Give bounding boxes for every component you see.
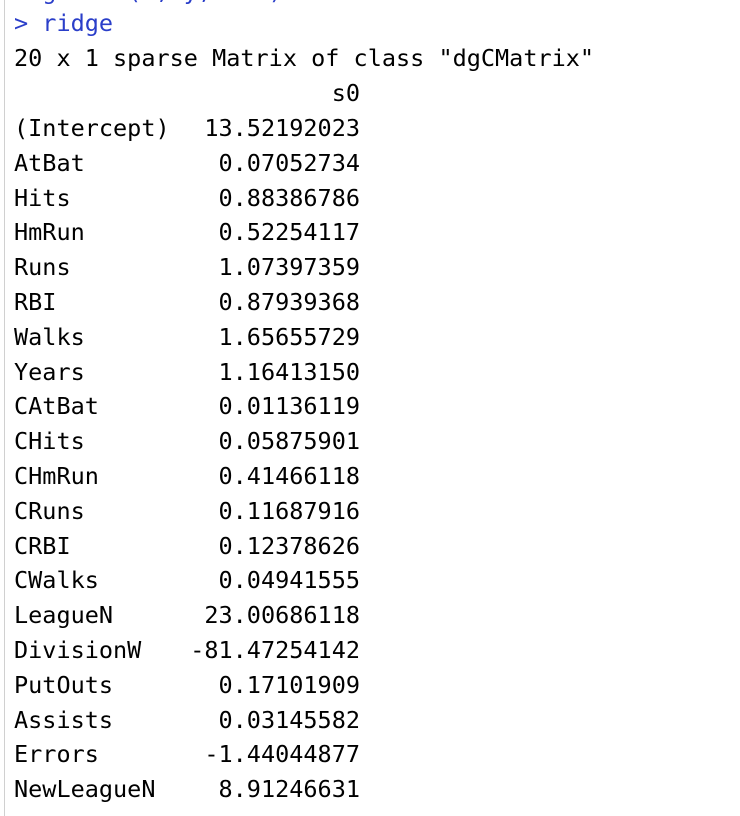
- row-name: CHmRun: [14, 462, 99, 490]
- row-value: 0.04941555: [218, 566, 360, 595]
- matrix-row: CRBI 0.12378626: [14, 529, 360, 563]
- row-value: 0.41466118: [218, 462, 360, 490]
- matrix-row: CWalks 0.04941555: [14, 563, 360, 597]
- row-name: CHits: [14, 427, 85, 456]
- matrix-column-header: s0: [331, 79, 360, 107]
- matrix-row: LeagueN 23.00686118: [14, 598, 360, 632]
- row-name: CAtBat: [14, 392, 99, 421]
- row-value: 0.03145582: [218, 705, 360, 734]
- matrix-row: AtBat 0.07052734: [14, 146, 360, 180]
- row-name: PutOuts: [14, 670, 114, 699]
- row-name: (Intercept): [14, 114, 170, 142]
- row-value: 0.07052734: [218, 148, 360, 177]
- matrix-row: (Intercept) 13.52192023: [14, 111, 360, 145]
- console-left-border: [4, 0, 5, 816]
- row-value: 0.17101909: [218, 670, 360, 699]
- command-prompt-line: > ridge: [14, 9, 114, 37]
- matrix-row: Runs 1.07397359: [14, 250, 360, 284]
- row-value: 0.05875901: [218, 427, 360, 456]
- row-value: 1.65655729: [218, 322, 360, 351]
- row-value: 23.00686118: [204, 601, 360, 630]
- matrix-row: CHmRun 0.41466118: [14, 459, 360, 493]
- matrix-row: RBI 0.87939368: [14, 285, 360, 319]
- row-value: 0.88386786: [218, 183, 360, 212]
- matrix-row: Assists 0.03145582: [14, 703, 360, 737]
- row-name: Hits: [14, 183, 71, 212]
- row-name: AtBat: [14, 148, 85, 177]
- matrix-row: CHits 0.05875901: [14, 424, 360, 458]
- row-name: Walks: [14, 322, 85, 351]
- row-name: CWalks: [14, 566, 99, 595]
- row-value: 0.01136119: [218, 392, 360, 421]
- matrix-row: Years 1.16413150: [14, 355, 360, 389]
- matrix-row: DivisionW -81.47254142: [14, 633, 360, 667]
- row-value: 13.52192023: [204, 114, 360, 142]
- matrix-row: PutOuts 0.17101909: [14, 668, 360, 702]
- row-name: DivisionW: [14, 636, 142, 664]
- r-console-output[interactable]: > glmnet(x, y, ...) > ridge 20 x 1 spars…: [0, 0, 740, 816]
- matrix-row: CRuns 0.11687916: [14, 494, 360, 528]
- row-value: 0.12378626: [218, 531, 360, 560]
- row-name: NewLeagueN: [14, 775, 156, 804]
- matrix-row: NewLeagueN 8.91246631: [14, 772, 360, 806]
- row-value: -81.47254142: [190, 636, 360, 664]
- row-name: Assists: [14, 705, 114, 734]
- row-value: 1.16413150: [218, 357, 360, 386]
- row-value: -1.44044877: [204, 740, 360, 769]
- matrix-row: Walks 1.65655729: [14, 320, 360, 354]
- row-value: 0.11687916: [218, 496, 360, 525]
- row-name: Years: [14, 357, 85, 386]
- row-name: Runs: [14, 253, 71, 282]
- row-name: LeagueN: [14, 601, 114, 630]
- row-name: CRBI: [14, 531, 71, 560]
- matrix-row: HmRun 0.52254117: [14, 215, 360, 249]
- matrix-title-line: 20 x 1 sparse Matrix of class "dgCMatrix…: [14, 44, 595, 72]
- row-name: CRuns: [14, 496, 85, 525]
- row-value: 8.91246631: [218, 775, 360, 804]
- row-name: RBI: [14, 288, 57, 316]
- row-name: Errors: [14, 740, 99, 769]
- matrix-row: Errors -1.44044877: [14, 737, 360, 771]
- row-value: 0.52254117: [218, 218, 360, 247]
- matrix-row: CAtBat 0.01136119: [14, 389, 360, 423]
- row-value: 1.07397359: [218, 253, 360, 282]
- row-name: HmRun: [14, 218, 85, 247]
- matrix-row: Hits 0.88386786: [14, 181, 360, 215]
- row-value: 0.87939368: [218, 288, 360, 316]
